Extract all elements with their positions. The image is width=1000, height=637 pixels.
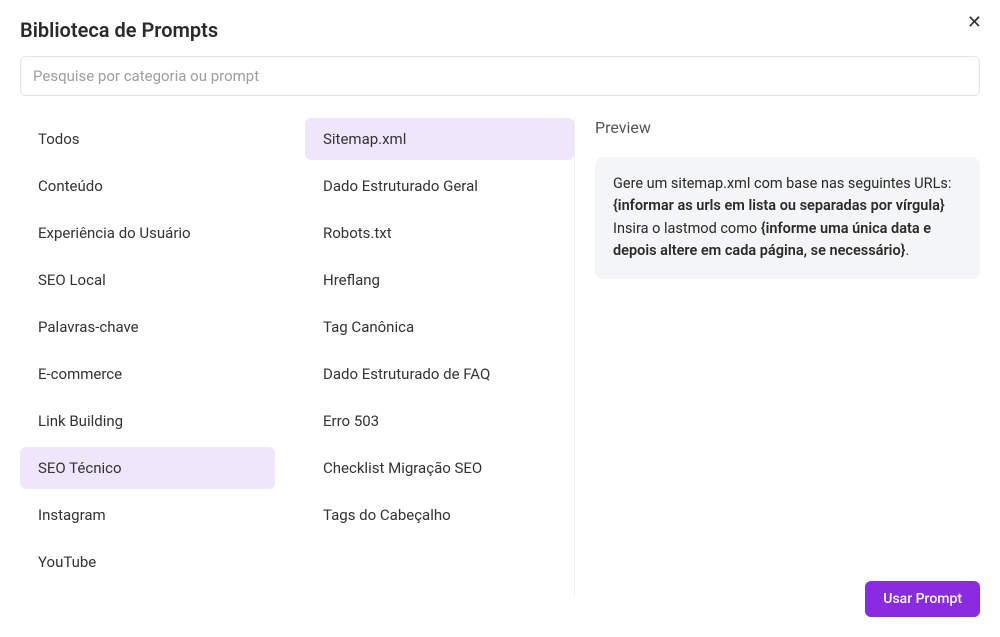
prompt-item[interactable]: Checklist Migração SEO — [305, 447, 574, 489]
prompt-item[interactable]: Dado Estruturado de FAQ — [305, 353, 574, 395]
prompt-item[interactable]: Dado Estruturado Geral — [305, 165, 574, 207]
category-item[interactable]: SEO Local — [20, 259, 275, 301]
use-prompt-button[interactable]: Usar Prompt — [865, 581, 980, 617]
preview-segment: Gere um sitemap.xml com base nas seguint… — [613, 175, 951, 192]
preview-content: Gere um sitemap.xml com base nas seguint… — [595, 157, 980, 279]
page-title: Biblioteca de Prompts — [20, 18, 218, 42]
prompt-list: Sitemap.xml Dado Estruturado Geral Robots.… — [285, 118, 575, 596]
preview-panel: Preview Gere um sitemap.xml com base nas… — [575, 118, 980, 596]
prompt-item[interactable]: Tag Canônica — [305, 306, 574, 348]
category-item[interactable]: Conteúdo — [20, 165, 275, 207]
category-item[interactable]: Experiência do Usuário — [20, 212, 275, 254]
category-item[interactable]: SEO Técnico — [20, 447, 275, 489]
preview-title: Preview — [595, 118, 980, 137]
category-item[interactable]: Todos — [20, 118, 275, 160]
prompt-item[interactable]: Erro 503 — [305, 400, 574, 442]
category-item[interactable]: Google Ads — [20, 588, 275, 596]
category-item[interactable]: Link Building — [20, 400, 275, 442]
category-list: Todos Conteúdo Experiência do Usuário SEO L… — [20, 118, 285, 596]
search-placeholder: Pesquise por categoria ou prompt — [33, 67, 259, 85]
search-input[interactable]: Pesquise por categoria ou prompt — [20, 56, 980, 96]
category-item[interactable]: E-commerce — [20, 353, 275, 395]
prompt-item[interactable]: Robots.txt — [305, 212, 574, 254]
preview-segment: Insira o lastmod como — [613, 220, 761, 237]
category-item[interactable]: Palavras-chave — [20, 306, 275, 348]
preview-segment: . — [905, 242, 909, 259]
prompt-item[interactable]: Hreflang — [305, 259, 574, 301]
preview-segment: {informar as urls em lista ou separadas … — [613, 197, 945, 214]
category-item[interactable]: Instagram — [20, 494, 275, 536]
category-item[interactable]: YouTube — [20, 541, 275, 583]
close-icon[interactable]: ✕ — [967, 14, 982, 32]
prompt-item[interactable]: Tags do Cabeçalho — [305, 494, 574, 536]
prompt-item[interactable]: Sitemap.xml — [305, 118, 574, 160]
